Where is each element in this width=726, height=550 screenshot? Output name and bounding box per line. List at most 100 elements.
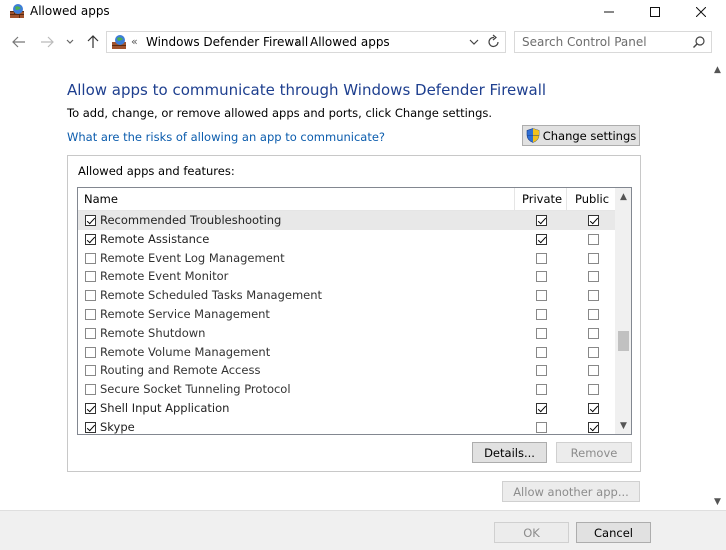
enable-checkbox[interactable] [85, 309, 96, 320]
public-checkbox[interactable] [588, 271, 599, 283]
private-checkbox[interactable] [536, 384, 547, 396]
risks-link[interactable]: What are the risks of allowing an app to… [67, 130, 385, 144]
breadcrumb-allowed-apps[interactable]: Allowed apps [310, 35, 390, 49]
allowed-apps-group: Allowed apps and features: Name Private … [67, 155, 641, 472]
public-checkbox[interactable] [588, 309, 599, 320]
address-bar[interactable]: « Windows Defender Firewall › Allowed ap… [106, 31, 506, 53]
app-name: Remote Scheduled Tasks Management [100, 288, 323, 303]
private-checkbox[interactable] [536, 309, 547, 320]
public-checkbox[interactable] [588, 365, 599, 377]
list-item[interactable]: Secure Socket Tunneling Protocol [78, 380, 615, 399]
search-input[interactable]: Search Control Panel [514, 31, 712, 53]
list-scrollbar[interactable]: ▲ ▼ [615, 188, 631, 434]
allow-another-app-button[interactable]: Allow another app... [502, 481, 640, 502]
allowed-apps-list[interactable]: Name Private Public Recommended Troubles… [77, 187, 632, 435]
private-checkbox[interactable] [536, 252, 547, 264]
public-checkbox[interactable] [588, 346, 599, 358]
window-scrollbar[interactable]: ▲ ▼ [709, 61, 726, 510]
list-item[interactable]: Remote Event Log Management [78, 249, 615, 268]
address-dropdown-button[interactable] [469, 34, 483, 50]
up-button[interactable] [85, 34, 101, 50]
enable-checkbox[interactable] [85, 403, 96, 414]
public-checkbox[interactable] [588, 327, 599, 339]
app-name: Remote Event Monitor [100, 269, 229, 284]
list-item[interactable]: Remote Assistance [78, 230, 615, 249]
enable-checkbox[interactable] [85, 384, 96, 396]
address-overflow-chevron[interactable]: « [131, 35, 138, 48]
app-name: Secure Socket Tunneling Protocol [100, 382, 291, 397]
enable-checkbox[interactable] [85, 365, 96, 377]
scroll-down-arrow-icon[interactable]: ▼ [615, 417, 631, 434]
public-checkbox[interactable] [588, 233, 599, 245]
close-icon [696, 7, 706, 17]
scroll-down-arrow-icon[interactable]: ▼ [709, 493, 726, 510]
list-item[interactable]: Shell Input Application [78, 399, 615, 418]
public-checkbox[interactable] [588, 252, 599, 264]
forward-button[interactable] [39, 34, 55, 50]
app-name: Routing and Remote Access [100, 363, 261, 378]
change-settings-label: Change settings [542, 128, 637, 143]
list-item[interactable]: Remote Event Monitor [78, 267, 615, 286]
private-checkbox[interactable] [536, 290, 547, 302]
dialog-footer: OK Cancel [0, 510, 726, 550]
public-checkbox[interactable] [588, 403, 599, 414]
search-icon [692, 35, 706, 49]
column-header-private[interactable]: Private [522, 192, 562, 206]
scroll-thumb[interactable] [618, 331, 629, 351]
recent-locations-button[interactable] [64, 34, 76, 50]
list-item[interactable]: Remote Shutdown [78, 324, 615, 343]
private-checkbox[interactable] [536, 271, 547, 283]
private-checkbox[interactable] [536, 403, 547, 414]
cancel-button[interactable]: Cancel [576, 522, 651, 543]
public-checkbox[interactable] [588, 215, 599, 226]
private-checkbox[interactable] [536, 365, 547, 377]
refresh-button[interactable] [487, 34, 503, 50]
enable-checkbox[interactable] [85, 233, 96, 245]
page-subtitle: To add, change, or remove allowed apps a… [67, 106, 493, 120]
public-checkbox[interactable] [588, 421, 599, 433]
app-name: Remote Volume Management [100, 344, 271, 359]
column-header-public[interactable]: Public [575, 192, 609, 206]
app-name: Remote Service Management [100, 307, 270, 321]
enable-checkbox[interactable] [85, 421, 96, 433]
list-item[interactable]: Remote Service Management [78, 305, 615, 324]
chevron-down-icon [66, 39, 74, 44]
breadcrumb-firewall[interactable]: Windows Defender Firewall [146, 35, 308, 49]
remove-button[interactable]: Remove [556, 442, 632, 463]
ok-button[interactable]: OK [494, 522, 569, 543]
column-header-name[interactable]: Name [84, 192, 118, 206]
minimize-button[interactable] [586, 0, 632, 24]
list-item[interactable]: Remote Volume Management [78, 343, 615, 362]
private-checkbox[interactable] [536, 215, 547, 226]
enable-checkbox[interactable] [85, 327, 96, 339]
title-bar: Allowed apps [0, 0, 726, 24]
maximize-button[interactable] [632, 0, 678, 24]
private-checkbox[interactable] [536, 233, 547, 245]
private-checkbox[interactable] [536, 421, 547, 433]
private-checkbox[interactable] [536, 346, 547, 358]
app-name: Remote Event Log Management [100, 250, 285, 265]
private-checkbox[interactable] [536, 327, 547, 339]
scroll-up-arrow-icon[interactable]: ▲ [615, 188, 631, 205]
public-checkbox[interactable] [588, 384, 599, 396]
public-checkbox[interactable] [588, 290, 599, 302]
change-settings-button[interactable]: Change settings [522, 125, 640, 146]
close-button[interactable] [678, 0, 724, 24]
details-button[interactable]: Details... [472, 442, 547, 463]
enable-checkbox[interactable] [85, 346, 96, 358]
enable-checkbox[interactable] [85, 271, 96, 283]
firewall-icon [111, 34, 127, 50]
enable-checkbox[interactable] [85, 290, 96, 302]
list-item[interactable]: Skype [78, 418, 615, 434]
back-button[interactable] [11, 34, 27, 50]
maximize-icon [650, 7, 660, 17]
scroll-up-arrow-icon[interactable]: ▲ [709, 61, 726, 78]
column-divider [514, 188, 515, 210]
enable-checkbox[interactable] [85, 215, 96, 226]
enable-checkbox[interactable] [85, 252, 96, 264]
list-item[interactable]: Recommended Troubleshooting [78, 211, 615, 230]
refresh-icon [488, 34, 499, 48]
breadcrumb-separator-icon[interactable]: › [295, 35, 300, 49]
list-item[interactable]: Remote Scheduled Tasks Management [78, 286, 615, 305]
list-item[interactable]: Routing and Remote Access [78, 361, 615, 380]
